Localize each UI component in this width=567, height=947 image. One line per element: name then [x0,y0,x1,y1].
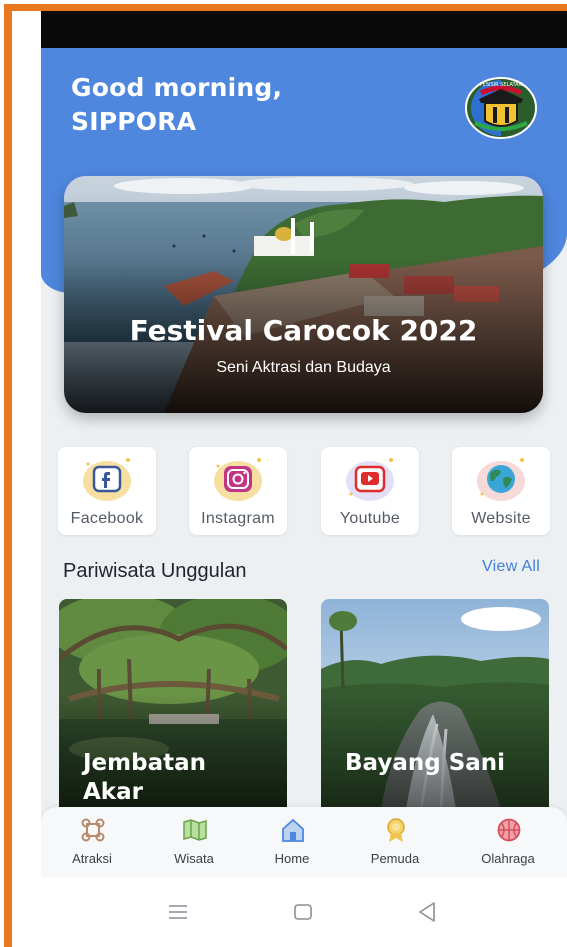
hero-photo [64,176,543,413]
instagram-button[interactable]: Instagram [189,447,287,535]
nav-item-wisata[interactable]: Wisata [149,817,239,873]
nav-item-atraksi[interactable]: Atraksi [47,817,137,873]
tourism-card[interactable]: Jembatan Akar [59,599,287,809]
frame-border-left [4,4,12,947]
bottom-nav: Atraksi Wisata Home Pemuda Olahraga [41,807,567,877]
basketball-icon [497,818,521,842]
youtube-label: Youtube [339,510,401,527]
youtube-icon [346,458,394,501]
youtube-button[interactable]: Youtube [321,447,419,535]
home-system-icon[interactable] [288,897,318,927]
greeting-line: Good morning, [71,73,283,102]
attraction-icon [81,818,105,842]
facebook-label: Facebook [70,510,144,527]
frame-border-top [4,4,567,11]
nav-item-olahraga[interactable]: Olahraga [463,817,553,873]
status-bar [41,11,567,48]
view-all-link[interactable]: View All [482,558,540,576]
hero-title: Festival Carocok 2022 [129,314,478,347]
user-name: SIPPORA [71,107,197,136]
card-title: Jembatan Akar [83,750,206,805]
website-button[interactable]: Website [452,447,550,535]
nav-item-home[interactable]: Home [247,817,337,873]
greeting: Good morning, SIPPORA [71,71,282,139]
website-label: Website [471,510,531,527]
recent-apps-icon[interactable] [163,897,193,927]
instagram-label: Instagram [201,510,275,527]
card-title: Bayang Sani [345,750,506,776]
facebook-button[interactable]: Facebook [58,447,156,535]
phone-screen: Good morning, SIPPORA PESISIR SELATAN Fe… [41,11,567,947]
nav-label: Home [274,851,310,866]
hero-subtitle: Seni Aktrasi dan Budaya [216,359,391,376]
nav-label: Wisata [174,851,214,866]
logo-text: PESISIR SELATAN [480,82,523,88]
hero-banner[interactable]: Festival Carocok 2022 Seni Aktrasi dan B… [64,176,543,413]
medal-icon [387,818,405,842]
globe-icon [477,458,525,501]
tourism-card[interactable]: Bayang Sani [321,599,549,809]
nav-label: Atraksi [72,851,112,866]
facebook-icon [83,458,131,501]
map-icon [183,819,207,841]
nav-item-pemuda[interactable]: Pemuda [350,817,440,873]
section-title: Pariwisata Unggulan [63,560,247,582]
nav-label: Pemuda [370,851,420,866]
home-icon [282,818,304,842]
region-logo[interactable]: PESISIR SELATAN [465,77,537,139]
back-icon[interactable] [412,897,442,927]
system-nav-bar [41,877,567,947]
instagram-icon [214,458,262,501]
nav-label: Olahraga [481,851,535,866]
